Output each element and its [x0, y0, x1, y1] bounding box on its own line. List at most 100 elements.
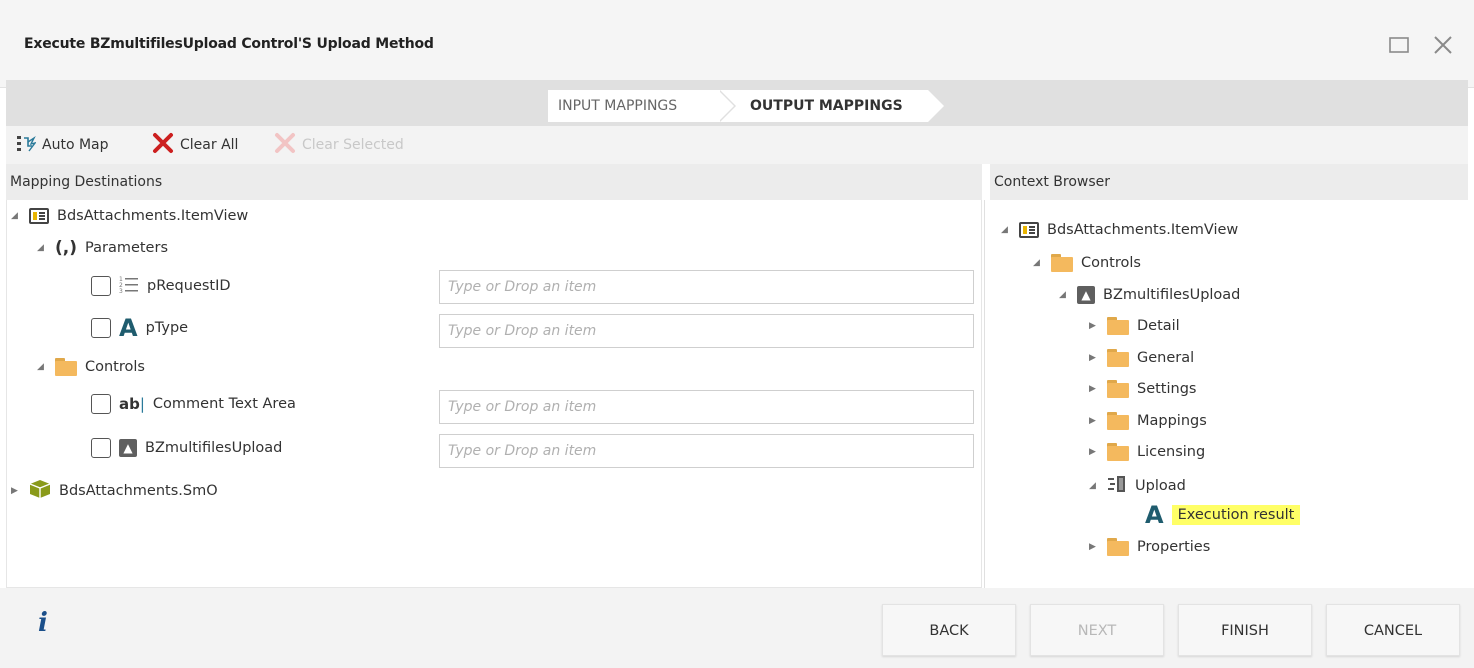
context-browser-header: Context Browser: [990, 164, 1468, 200]
folder-icon: [1107, 317, 1129, 335]
clear-selected-label: Clear Selected: [302, 137, 404, 153]
row-checkbox[interactable]: [91, 318, 111, 338]
collapsed-triangle-icon[interactable]: ▶: [1089, 321, 1099, 331]
tree-node-label: Detail: [1137, 318, 1180, 334]
prequestid-mapping-input[interactable]: [439, 270, 974, 304]
auto-map-icon: [16, 134, 37, 156]
tree-node-label: BdsAttachments.ItemView: [1047, 222, 1239, 238]
expanded-triangle-icon[interactable]: ◢: [11, 211, 21, 221]
tree-node-label: BdsAttachments.ItemView: [57, 208, 249, 224]
close-icon[interactable]: [1432, 34, 1454, 56]
tree-node-label: Mappings: [1137, 413, 1207, 429]
tab-input-mappings-label: INPUT MAPPINGS: [558, 98, 678, 114]
ctx-folder-general[interactable]: ▶ General: [1089, 349, 1194, 367]
ctx-node-bzmultifilesupload[interactable]: ◢ ▲ BZmultifilesUpload: [1059, 286, 1240, 304]
expanded-triangle-icon[interactable]: ◢: [1059, 290, 1069, 300]
dialog-title: Execute BZmultifilesUpload Control'S Upl…: [24, 36, 434, 52]
ctx-folder-properties[interactable]: ▶ Properties: [1089, 538, 1210, 556]
ctx-node-upload-method[interactable]: ◢ Upload: [1089, 475, 1186, 497]
dialog-footer: i BACK NEXT FINISH CANCEL: [0, 588, 1474, 668]
tree-node-smo[interactable]: ▶ BdsAttachments.SmO: [11, 479, 218, 503]
tree-node-label: Licensing: [1137, 444, 1206, 460]
execution-result-label: Execution result: [1171, 505, 1301, 525]
upload-icon: ▲: [119, 439, 137, 457]
info-icon[interactable]: i: [38, 608, 48, 638]
expanded-triangle-icon[interactable]: ◢: [37, 243, 47, 253]
row-checkbox[interactable]: [91, 438, 111, 458]
ctx-folder-licensing[interactable]: ▶ Licensing: [1089, 443, 1205, 461]
collapsed-triangle-icon[interactable]: ▶: [1089, 353, 1099, 363]
view-icon: [1019, 222, 1039, 238]
tree-node-label: Properties: [1137, 539, 1211, 555]
view-icon: [29, 208, 49, 224]
tree-node-label: Controls: [1081, 255, 1141, 271]
wizard-steps-bar: INPUT MAPPINGS OUTPUT MAPPINGS: [6, 80, 1468, 126]
folder-icon: [1107, 412, 1129, 430]
mapping-row-label: BZmultifilesUpload: [145, 440, 283, 456]
delete-x-disabled-icon: [274, 132, 296, 158]
tree-node-label: Parameters: [85, 240, 168, 256]
auto-map-button[interactable]: Auto Map: [16, 134, 109, 156]
expanded-triangle-icon[interactable]: ◢: [1033, 258, 1043, 268]
ctx-node-execution-result[interactable]: A Execution result: [1145, 501, 1301, 529]
mapping-row-ptype: A pType: [91, 314, 188, 342]
tree-node-itemview[interactable]: ◢ BdsAttachments.ItemView: [11, 208, 248, 224]
text-type-icon: A: [119, 314, 138, 342]
smartobject-icon: [29, 479, 51, 503]
mapping-row-label: Comment Text Area: [152, 396, 296, 412]
mapping-destinations-tree: ◢ BdsAttachments.ItemView ◢ (,) Paramete…: [6, 200, 982, 588]
ptype-mapping-input[interactable]: [439, 314, 974, 348]
collapsed-triangle-icon[interactable]: ▶: [1089, 384, 1099, 394]
tree-node-parameters[interactable]: ◢ (,) Parameters: [37, 238, 168, 258]
row-checkbox[interactable]: [91, 394, 111, 414]
collapsed-triangle-icon[interactable]: ▶: [1089, 416, 1099, 426]
mapping-row-comment-text-area: ab| Comment Text Area: [91, 394, 296, 414]
collapsed-triangle-icon[interactable]: ▶: [1089, 542, 1099, 552]
collapsed-triangle-icon[interactable]: ▶: [11, 486, 21, 496]
clear-all-label: Clear All: [180, 137, 239, 153]
folder-icon: [1107, 538, 1129, 556]
method-icon: [1107, 475, 1127, 497]
tree-node-label: Settings: [1137, 381, 1197, 397]
mapping-row-prequestid: 123 pRequestID: [91, 274, 231, 298]
tab-output-mappings[interactable]: OUTPUT MAPPINGS: [718, 90, 944, 122]
text-type-icon: A: [1145, 501, 1164, 529]
number-list-icon: 123: [119, 274, 139, 298]
folder-icon: [1107, 443, 1129, 461]
ctx-node-controls[interactable]: ◢ Controls: [1033, 254, 1141, 272]
next-button[interactable]: NEXT: [1030, 604, 1164, 656]
row-checkbox[interactable]: [91, 276, 111, 296]
ctx-folder-detail[interactable]: ▶ Detail: [1089, 317, 1180, 335]
expanded-triangle-icon[interactable]: ◢: [1001, 225, 1011, 235]
expanded-triangle-icon[interactable]: ◢: [37, 362, 47, 372]
folder-icon: [1107, 349, 1129, 367]
bzmultifilesupload-mapping-input[interactable]: [439, 434, 974, 468]
ctx-folder-mappings[interactable]: ▶ Mappings: [1089, 412, 1207, 430]
clear-all-button[interactable]: Clear All: [152, 132, 239, 158]
expanded-triangle-icon[interactable]: ◢: [1089, 481, 1099, 491]
upload-icon: ▲: [1077, 286, 1095, 304]
delete-x-icon: [152, 132, 174, 158]
maximize-icon[interactable]: [1388, 34, 1410, 56]
tree-node-label: Controls: [85, 359, 145, 375]
tab-input-mappings[interactable]: INPUT MAPPINGS: [548, 90, 736, 122]
tree-node-controls[interactable]: ◢ Controls: [37, 358, 145, 376]
mapping-row-bzmultifilesupload: ▲ BZmultifilesUpload: [91, 438, 282, 458]
cancel-button[interactable]: CANCEL: [1326, 604, 1460, 656]
ctx-folder-settings[interactable]: ▶ Settings: [1089, 380, 1196, 398]
finish-button[interactable]: FINISH: [1178, 604, 1312, 656]
mapping-row-label: pRequestID: [147, 278, 231, 294]
auto-map-label: Auto Map: [42, 137, 109, 153]
tree-node-label: BZmultifilesUpload: [1103, 287, 1241, 303]
folder-icon: [55, 358, 77, 376]
ctx-node-itemview[interactable]: ◢ BdsAttachments.ItemView: [1001, 222, 1238, 238]
mapping-destinations-header: Mapping Destinations: [6, 164, 982, 200]
collapsed-triangle-icon[interactable]: ▶: [1089, 447, 1099, 457]
comment-text-area-mapping-input[interactable]: [439, 390, 974, 424]
tab-output-mappings-label: OUTPUT MAPPINGS: [750, 98, 903, 114]
back-button[interactable]: BACK: [882, 604, 1016, 656]
svg-text:3: 3: [119, 288, 123, 294]
dialog-titlebar: Execute BZmultifilesUpload Control'S Upl…: [0, 0, 1474, 88]
folder-icon: [1051, 254, 1073, 272]
clear-selected-button[interactable]: Clear Selected: [274, 132, 404, 158]
